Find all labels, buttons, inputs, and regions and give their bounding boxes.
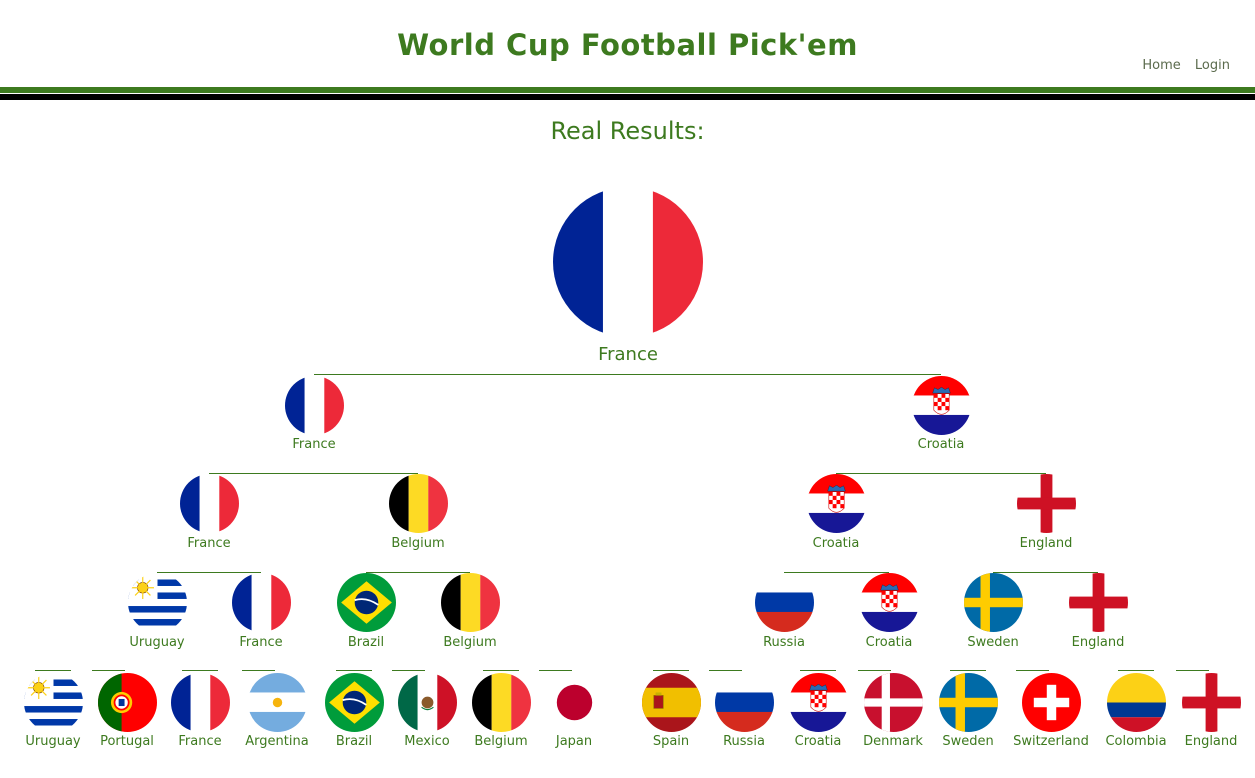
team-name: France — [187, 536, 231, 551]
england-flag — [1068, 573, 1128, 632]
france-flag — [231, 573, 291, 632]
argentina-flag — [247, 673, 307, 732]
switzerland-flag — [1021, 673, 1081, 732]
croatia-flag — [806, 474, 866, 533]
team-name: Uruguay — [129, 635, 185, 650]
denmark-flag — [863, 673, 923, 732]
team-name: France — [292, 437, 336, 452]
bracket-connector — [336, 670, 372, 671]
belgium-flag — [440, 573, 500, 632]
team-name: Sweden — [967, 635, 1019, 650]
bracket-connector — [539, 670, 572, 671]
uruguay-flag — [127, 573, 187, 632]
sweden-flag — [963, 573, 1023, 632]
team-name: Croatia — [917, 437, 965, 452]
russia-flag — [714, 673, 774, 732]
bracket-connector — [784, 572, 889, 573]
team-name: Brazil — [347, 635, 385, 650]
england-flag — [1181, 673, 1241, 732]
team-name: France — [239, 635, 283, 650]
croatia-flag — [911, 376, 971, 435]
bracket-connector — [366, 572, 470, 573]
results-bracket: France France Croatia France Belgium Croatia E… — [0, 0, 1255, 778]
bracket-connector — [1016, 670, 1049, 671]
bracket-connector — [392, 670, 425, 671]
brazil-flag — [336, 573, 396, 632]
croatia-flag — [859, 573, 919, 632]
team-name: England — [1019, 536, 1073, 551]
england-flag — [1016, 474, 1076, 533]
brazil-flag — [324, 673, 384, 732]
bracket-connector — [314, 374, 941, 375]
france-flag — [284, 376, 344, 435]
bracket-connector — [242, 670, 275, 671]
bracket-connector — [653, 670, 689, 671]
spain-flag — [641, 673, 701, 732]
france-flag — [170, 673, 230, 732]
colombia-flag — [1106, 673, 1166, 732]
team-name: England — [1071, 635, 1125, 650]
japan-flag — [544, 673, 604, 732]
team-name: Croatia — [812, 536, 860, 551]
belgium-flag — [388, 474, 448, 533]
team-name: Belgium — [443, 635, 497, 650]
bracket-connector — [709, 670, 742, 671]
team-name: England — [1184, 734, 1238, 749]
uruguay-flag — [23, 673, 83, 732]
portugal-flag — [97, 673, 157, 732]
bracket-connector — [858, 670, 891, 671]
bracket-connector — [209, 473, 418, 474]
bracket-connector — [1118, 670, 1154, 671]
france-flag — [553, 187, 703, 337]
sweden-flag — [938, 673, 998, 732]
bracket-connector — [950, 670, 986, 671]
bracket-connector — [483, 670, 519, 671]
team-name: Russia — [763, 635, 805, 650]
team-name: France — [598, 344, 658, 365]
france-flag — [179, 474, 239, 533]
bracket-connector — [182, 670, 218, 671]
bracket-connector — [157, 572, 261, 573]
bracket-connector — [92, 670, 125, 671]
bracket-connector — [993, 572, 1098, 573]
belgium-flag — [471, 673, 531, 732]
bracket-connector — [1176, 670, 1209, 671]
bracket-connector — [35, 670, 71, 671]
bracket-connector — [800, 670, 836, 671]
croatia-flag — [788, 673, 848, 732]
team-name: Croatia — [865, 635, 913, 650]
mexico-flag — [397, 673, 457, 732]
team-name: Belgium — [391, 536, 445, 551]
russia-flag — [754, 573, 814, 632]
bracket-connector — [836, 473, 1046, 474]
